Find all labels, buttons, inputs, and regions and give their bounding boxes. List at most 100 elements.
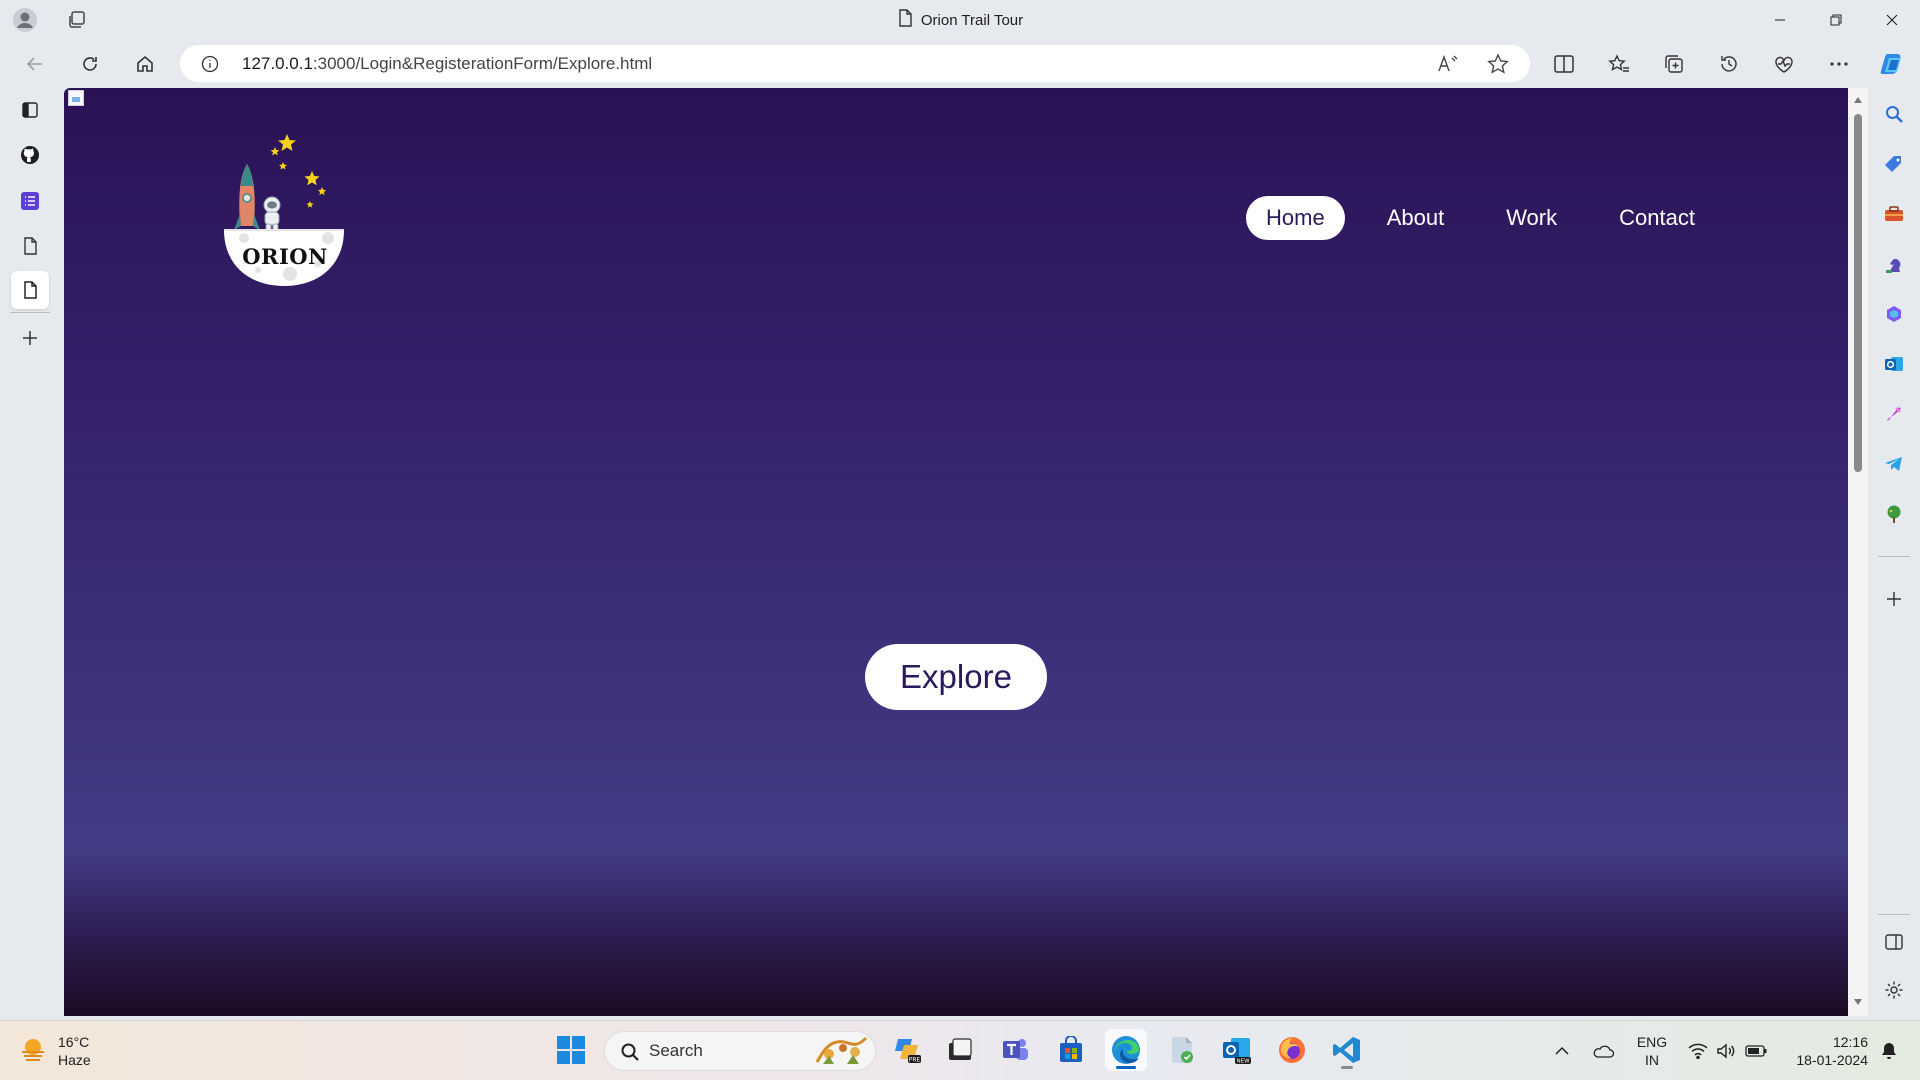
copilot-sidebar-icon[interactable] bbox=[1878, 298, 1910, 330]
sidebar-divider-bottom bbox=[1878, 914, 1910, 915]
svg-text:NEW: NEW bbox=[1236, 1059, 1250, 1065]
collections-button[interactable] bbox=[1657, 48, 1691, 80]
split-screen-button[interactable] bbox=[1547, 48, 1581, 80]
taskbar-search-icon bbox=[619, 1041, 641, 1063]
taskbar-search-label: Search bbox=[649, 1041, 703, 1060]
nav-home[interactable]: Home bbox=[1246, 196, 1345, 240]
svg-text:PRE: PRE bbox=[909, 1057, 921, 1064]
search-highlight-icon bbox=[815, 1036, 868, 1064]
site-navigation: Home About Work Contact bbox=[1246, 196, 1715, 240]
orion-logo-graphic bbox=[224, 134, 344, 286]
history-button[interactable] bbox=[1712, 48, 1746, 80]
url-text[interactable]: 127.0.0.1:3000/Login&RegisterationForm/E… bbox=[242, 45, 652, 82]
tab-strip-divider bbox=[10, 312, 50, 313]
orion-logo[interactable]: ORION bbox=[224, 134, 364, 299]
sidebar-divider bbox=[1878, 556, 1910, 557]
title-bar: Orion Trail Tour bbox=[0, 0, 1920, 40]
telegram-icon[interactable] bbox=[1878, 448, 1910, 480]
copilot-button[interactable] bbox=[1876, 48, 1910, 80]
read-aloud-icon[interactable] bbox=[1436, 53, 1460, 75]
list-app-icon[interactable] bbox=[11, 182, 49, 220]
haze-sun-icon bbox=[18, 1034, 48, 1069]
document-tab-icon[interactable] bbox=[11, 227, 49, 265]
edge-sidebar bbox=[1868, 88, 1920, 1020]
nav-about[interactable]: About bbox=[1367, 196, 1465, 240]
taskbar-firefox-icon[interactable] bbox=[1271, 1029, 1313, 1071]
show-hidden-icons-chevron-icon[interactable] bbox=[1548, 1021, 1576, 1080]
scroll-up-arrow-icon[interactable] bbox=[1852, 94, 1864, 106]
battery-icon[interactable] bbox=[1742, 1021, 1770, 1080]
taskbar-store-icon[interactable] bbox=[1050, 1029, 1092, 1071]
refresh-button[interactable] bbox=[73, 48, 107, 80]
taskbar-doc-icon[interactable] bbox=[1161, 1029, 1203, 1071]
windows-taskbar: 16°C Haze Search PRE NEW ENG IN 12:16 18… bbox=[0, 1020, 1920, 1080]
volume-icon[interactable] bbox=[1712, 1021, 1740, 1080]
weather-temperature: 16°C bbox=[58, 1034, 90, 1050]
tree-icon[interactable] bbox=[1878, 498, 1910, 530]
browser-essentials-button[interactable] bbox=[1767, 48, 1801, 80]
taskbar-outlook-new-icon[interactable]: NEW bbox=[1216, 1029, 1258, 1071]
weather-description: Haze bbox=[58, 1052, 91, 1068]
more-options-button[interactable] bbox=[1822, 48, 1856, 80]
start-button[interactable] bbox=[552, 1031, 590, 1069]
page-scrollbar[interactable] bbox=[1848, 88, 1868, 1016]
system-clock[interactable]: 12:16 18-01-2024 bbox=[1782, 1033, 1868, 1069]
active-app-indicator bbox=[1116, 1066, 1136, 1069]
profile-icon[interactable] bbox=[10, 7, 40, 33]
taskbar-teams-icon[interactable] bbox=[994, 1029, 1036, 1071]
weather-widget[interactable]: 16°C Haze bbox=[18, 1027, 91, 1075]
wifi-icon[interactable] bbox=[1684, 1021, 1712, 1080]
nav-contact[interactable]: Contact bbox=[1599, 196, 1715, 240]
page-viewport: ORION Home About Work Contact Explore bbox=[64, 88, 1848, 1016]
clock-date: 18-01-2024 bbox=[1796, 1052, 1868, 1068]
taskbar-file-manager-icon[interactable] bbox=[939, 1029, 981, 1071]
tab-actions-icon[interactable] bbox=[64, 8, 90, 32]
nav-work[interactable]: Work bbox=[1486, 196, 1577, 240]
url-host: 127.0.0.1 bbox=[242, 54, 313, 73]
favorite-star-icon[interactable] bbox=[1486, 52, 1510, 76]
designer-icon[interactable] bbox=[1878, 398, 1910, 430]
sidebar-add-icon[interactable] bbox=[1878, 583, 1910, 615]
vertical-tab-strip bbox=[0, 88, 62, 1020]
clock-time: 12:16 bbox=[1832, 1034, 1868, 1050]
language-indicator[interactable]: ENG IN bbox=[1632, 1033, 1672, 1069]
site-info-icon[interactable] bbox=[200, 54, 220, 74]
address-bar-row: 127.0.0.1:3000/Login&RegisterationForm/E… bbox=[0, 40, 1920, 88]
toolbox-icon[interactable] bbox=[1878, 198, 1910, 230]
favorites-button[interactable] bbox=[1602, 48, 1636, 80]
sidebar-settings-icon[interactable] bbox=[1878, 974, 1910, 1006]
window-title-text: Orion Trail Tour bbox=[920, 11, 1024, 29]
chess-icon[interactable] bbox=[1878, 248, 1910, 280]
running-indicator bbox=[1341, 1066, 1353, 1069]
sidebar-panel-icon[interactable] bbox=[11, 91, 49, 129]
notification-bell-icon[interactable] bbox=[1874, 1021, 1904, 1080]
split-panel-icon[interactable] bbox=[1878, 926, 1910, 958]
language-code: ENG bbox=[1636, 1034, 1668, 1050]
taskbar-search[interactable]: Search bbox=[604, 1031, 876, 1071]
url-path: :3000/Login&RegisterationForm/Explore.ht… bbox=[312, 54, 653, 73]
shopping-tag-icon[interactable] bbox=[1878, 148, 1910, 180]
taskbar-copilot-pre-icon[interactable]: PRE bbox=[886, 1029, 928, 1071]
scrollbar-thumb[interactable] bbox=[1854, 114, 1862, 472]
outlook-icon[interactable] bbox=[1878, 348, 1910, 380]
github-icon[interactable] bbox=[11, 136, 49, 174]
page-document-icon bbox=[897, 9, 913, 31]
taskbar-vscode-icon[interactable] bbox=[1326, 1029, 1368, 1071]
active-document-tab-icon[interactable] bbox=[11, 271, 49, 309]
scroll-down-arrow-icon[interactable] bbox=[1852, 996, 1864, 1008]
close-button[interactable] bbox=[1864, 0, 1920, 40]
windows-logo-icon bbox=[557, 1036, 585, 1064]
minimize-button[interactable] bbox=[1752, 0, 1808, 40]
restore-button[interactable] bbox=[1808, 0, 1864, 40]
address-bar[interactable]: 127.0.0.1:3000/Login&RegisterationForm/E… bbox=[180, 45, 1530, 82]
taskbar-edge-icon[interactable] bbox=[1105, 1029, 1147, 1071]
language-region: IN bbox=[1645, 1052, 1659, 1068]
sidebar-search-icon[interactable] bbox=[1878, 98, 1910, 130]
window-title: Orion Trail Tour bbox=[0, 0, 1920, 40]
back-button[interactable] bbox=[18, 48, 52, 80]
home-button[interactable] bbox=[128, 48, 162, 80]
explore-button[interactable]: Explore bbox=[865, 644, 1047, 710]
logo-text: ORION bbox=[242, 244, 328, 269]
onedrive-cloud-icon[interactable] bbox=[1588, 1021, 1618, 1080]
new-tab-add-icon[interactable] bbox=[11, 319, 49, 357]
